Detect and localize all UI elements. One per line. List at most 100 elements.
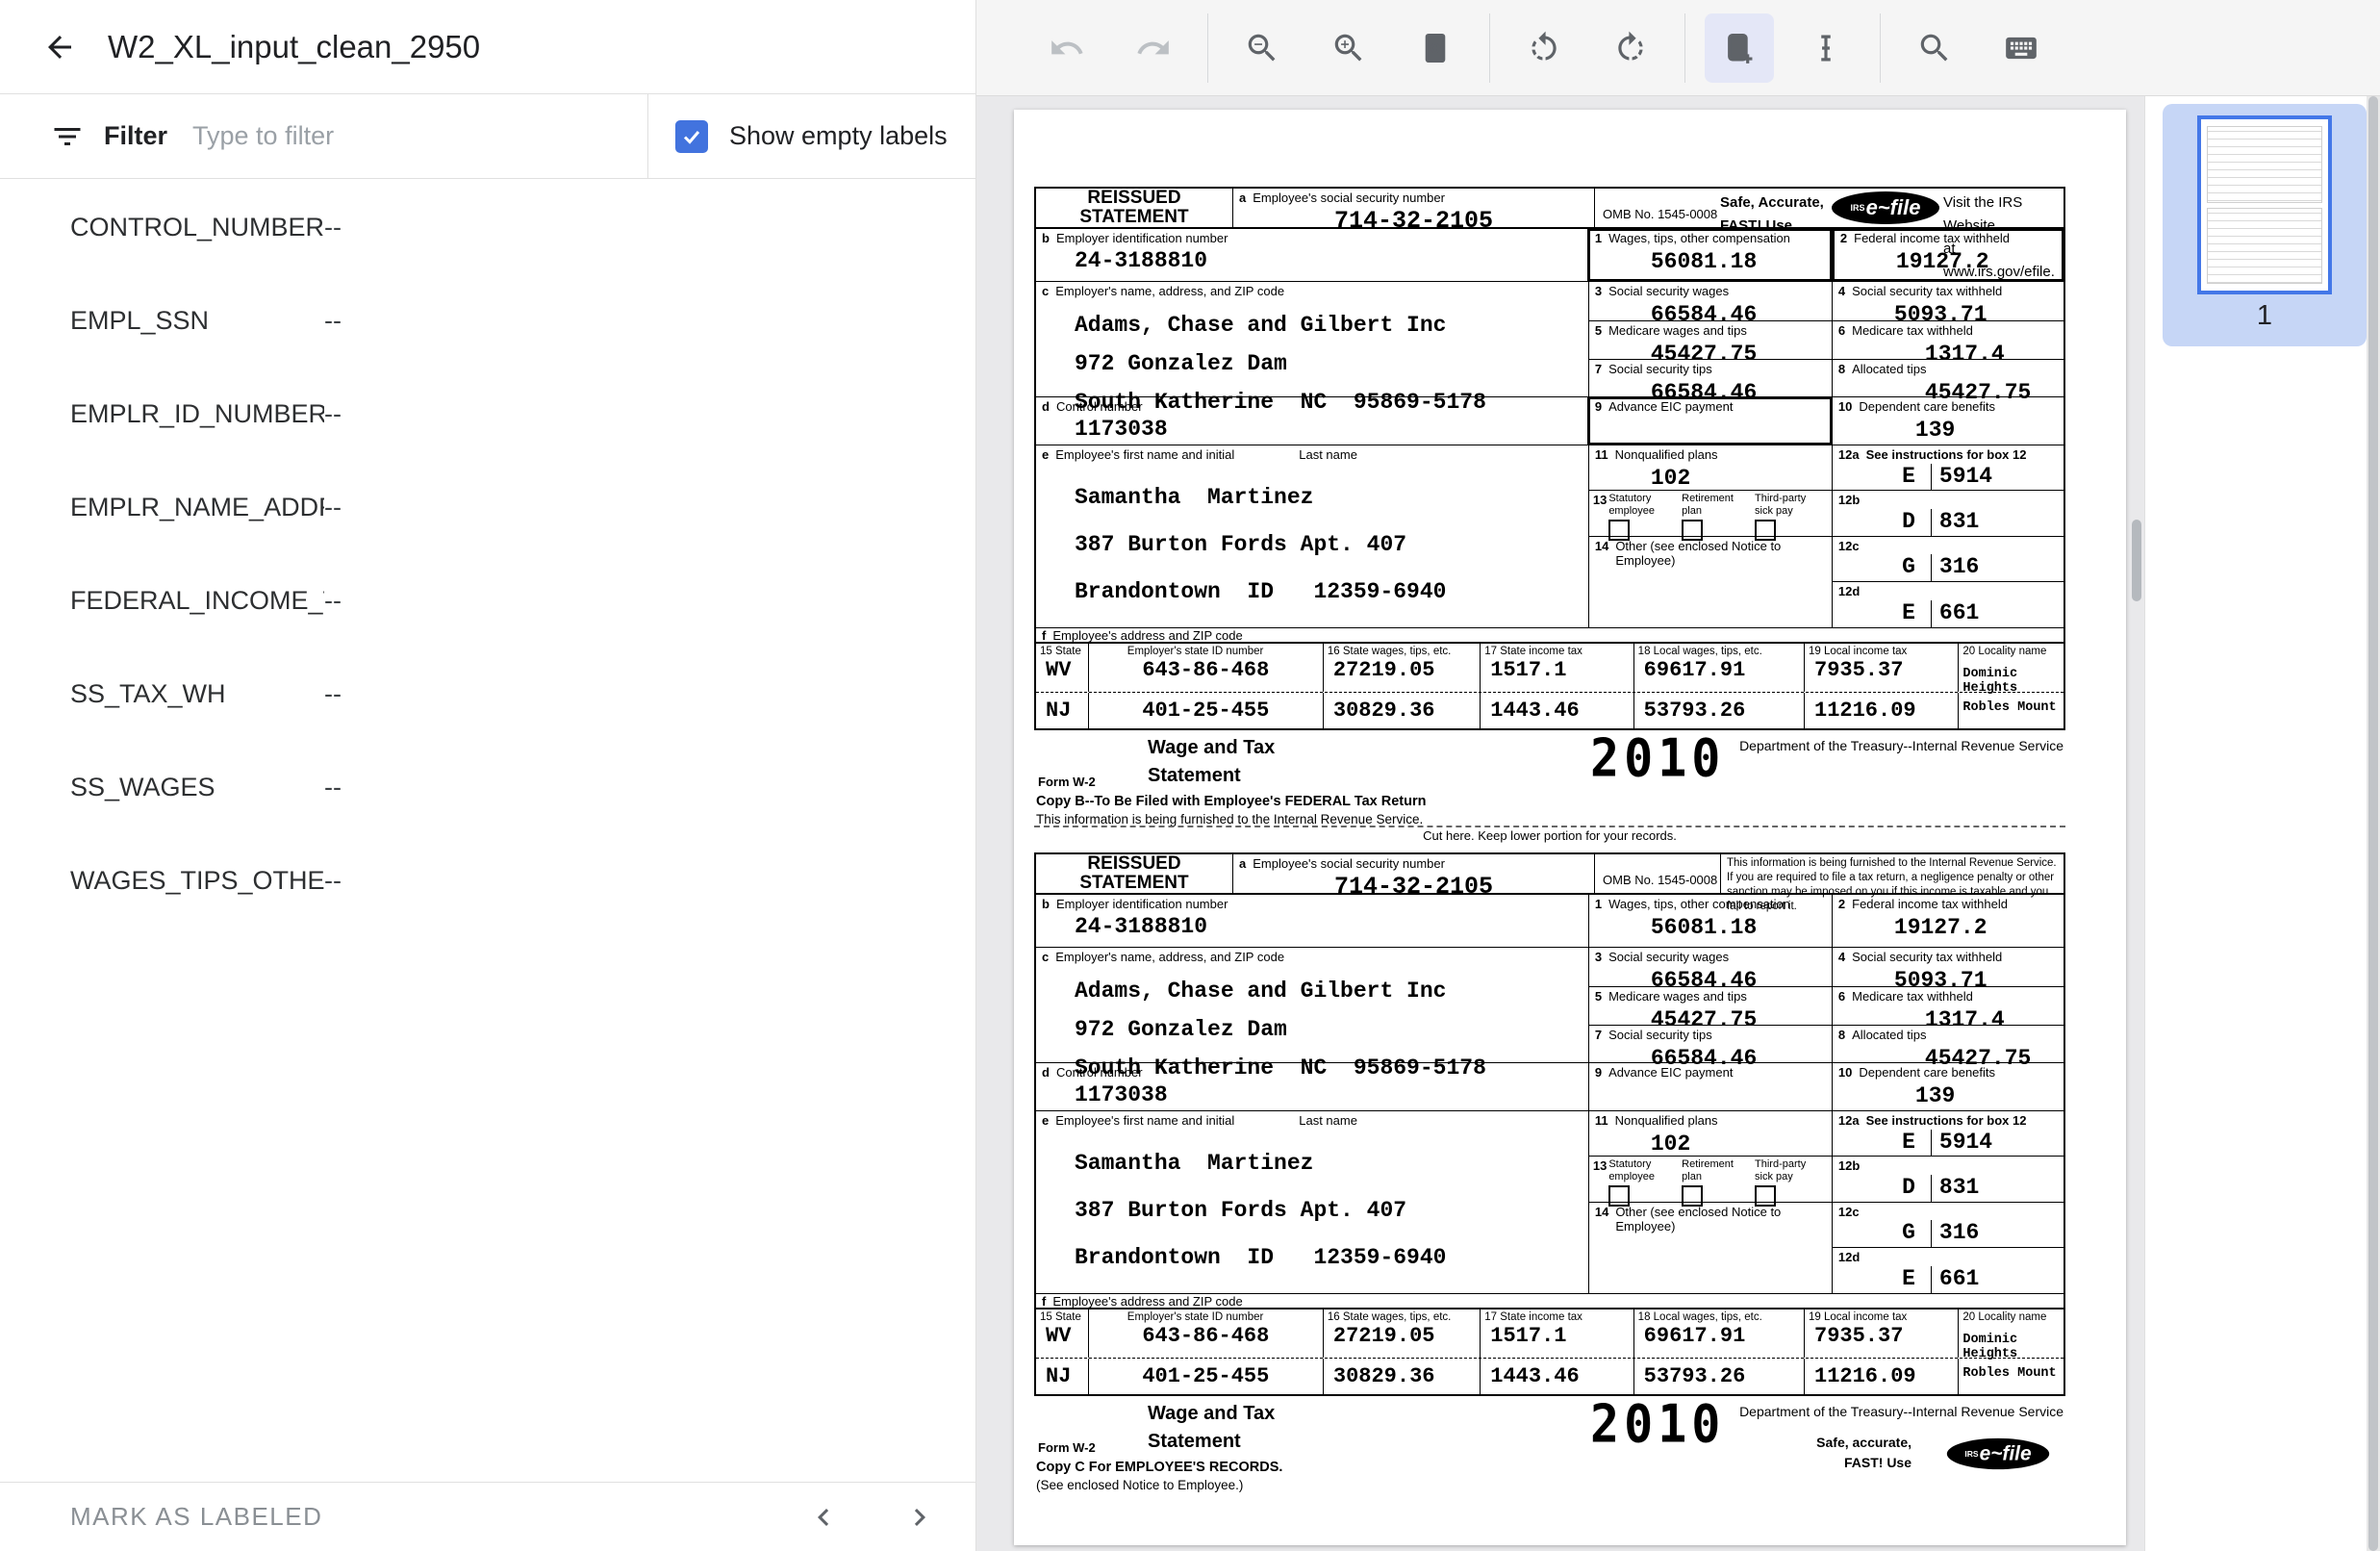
field-label: CONTROL_NUMBER: [0, 213, 324, 242]
fit-to-width-icon[interactable]: [1401, 13, 1470, 83]
field-item-control-number[interactable]: CONTROL_NUMBER --: [0, 181, 975, 274]
w2-footer-copy-b: Form W-2 Wage and TaxStatement 2010 Depa…: [1034, 730, 2065, 815]
w2-form-copy-b: REISSUEDSTATEMENT aEmployee's social sec…: [1034, 187, 2065, 815]
search-icon[interactable]: [1900, 13, 1969, 83]
box-2: 2Federal income tax withheld 19127.2: [1832, 229, 2064, 281]
field-item-empl-ssn[interactable]: EMPL_SSN --: [0, 274, 975, 368]
box-11: 11Nonqualified plans 102: [1589, 1111, 1832, 1156]
toolbar-group-rotate: [1489, 13, 1684, 83]
filter-bar: Filter Show empty labels: [0, 94, 975, 179]
viewer-row: REISSUEDSTATEMENT aEmployee's social sec…: [976, 96, 2380, 1551]
box-12d: 12d E661: [1833, 581, 2064, 627]
zoom-in-icon[interactable]: [1314, 13, 1383, 83]
box-1: 1Wages, tips, other compensation 56081.1…: [1588, 895, 1832, 947]
tax-year: 2010: [1590, 1394, 1725, 1455]
select-text-icon[interactable]: [1791, 13, 1861, 83]
header-right: OMB No. 1545-0008 This information is be…: [1594, 854, 2064, 893]
back-button[interactable]: [38, 26, 81, 68]
state-row-2: NJ 401-25-455 30829.36 1443.46 53793.26 …: [1036, 692, 2064, 728]
box-3: 3Social security wages 66584.46: [1589, 282, 1832, 320]
box-10: 10Dependent care benefits 139: [1832, 1063, 2064, 1110]
page-thumbnail[interactable]: 1: [2163, 104, 2367, 346]
add-bounding-box-icon[interactable]: [1705, 13, 1774, 83]
toolbar-group-annotate: [1684, 13, 1880, 83]
field-item-emplr-id-number[interactable]: EMPLR_ID_NUMBER --: [0, 368, 975, 461]
mark-as-labeled-button[interactable]: MARK AS LABELED: [70, 1502, 322, 1532]
show-empty-labels-checkbox[interactable]: [675, 120, 708, 153]
chevron-left-icon[interactable]: [806, 1500, 841, 1535]
right-panel: REISSUEDSTATEMENT aEmployee's social sec…: [976, 0, 2380, 1551]
toolbar-group-search: [1880, 13, 2075, 83]
document-scrollbar[interactable]: [2132, 520, 2141, 601]
app-window: W2_XL_input_clean_2950 Filter Show empty…: [0, 0, 2380, 1551]
header-right: OMB No. 1545-0008 Safe, Accurate, FAST! …: [1594, 189, 2064, 227]
box-12c: 12c G316: [1833, 536, 2064, 582]
rotate-right-icon[interactable]: [1596, 13, 1665, 83]
field-value: --: [324, 306, 342, 336]
page-number: 1: [2257, 300, 2272, 332]
field-item-ss-wages[interactable]: SS_WAGES --: [0, 741, 975, 834]
box-2: 2Federal income tax withheld 19127.2: [1832, 895, 2064, 947]
thumbnail-panel: 1: [2144, 96, 2380, 1551]
box-12a: 12aSee instructions for box 12 E5914: [1833, 1111, 2064, 1156]
box-13: 13 Statutory employee Retirement plan Th…: [1589, 1156, 1832, 1202]
filter-label: Filter: [104, 121, 167, 151]
document-title: W2_XL_input_clean_2950: [108, 29, 480, 65]
box-3: 3Social security wages 66584.46: [1589, 948, 1832, 986]
box-14: 14Other (see enclosed Notice to Employee…: [1589, 536, 1832, 627]
zoom-out-icon[interactable]: [1228, 13, 1297, 83]
box-b-ein: bEmployer identification number 24-31888…: [1036, 229, 1588, 281]
field-value: --: [324, 493, 342, 522]
chevron-right-icon[interactable]: [902, 1500, 937, 1535]
field-item-wages-tips-other[interactable]: WAGES_TIPS_OTHER_CO... --: [0, 834, 975, 928]
box-14: 14Other (see enclosed Notice to Employee…: [1589, 1202, 1832, 1293]
box-6: 6Medicare tax withheld 1317.4: [1833, 986, 2064, 1025]
box-8: 8Allocated tips 45427.75: [1833, 359, 2064, 397]
thumbnail-preview: [2197, 115, 2332, 294]
undo-icon[interactable]: [1032, 13, 1101, 83]
document-viewer[interactable]: REISSUEDSTATEMENT aEmployee's social sec…: [976, 96, 2144, 1551]
box-7: 7Social security tips 66584.46: [1589, 1025, 1832, 1063]
box-d-control-number: dControl number 1173038: [1036, 1063, 1588, 1110]
field-item-federal-income-tax[interactable]: FEDERAL_INCOME_TAX_... --: [0, 554, 975, 648]
document-toolbar: [976, 0, 2380, 96]
field-value: --: [324, 679, 342, 709]
arrow-left-icon: [42, 30, 77, 64]
document-page[interactable]: REISSUEDSTATEMENT aEmployee's social sec…: [1014, 110, 2126, 1545]
toolbar-group-history: [1013, 13, 1207, 83]
box-f-label: fEmployee's address and ZIP code: [1036, 627, 2064, 642]
box-12b: 12b D831: [1833, 490, 2064, 536]
state-row-1: 15 StateWV Employer's state ID number643…: [1036, 642, 2064, 692]
box-9: 9Advance EIC payment: [1588, 397, 1832, 445]
page-navigation: [806, 1500, 937, 1535]
field-label: EMPL_SSN: [0, 306, 324, 336]
box-12d: 12d E661: [1833, 1247, 2064, 1293]
field-list: CONTROL_NUMBER -- EMPL_SSN -- EMPLR_ID_N…: [0, 179, 975, 1482]
redo-icon[interactable]: [1119, 13, 1188, 83]
field-item-emplr-name-address[interactable]: EMPLR_NAME_ADDRESS --: [0, 461, 975, 554]
filter-input[interactable]: [192, 121, 558, 151]
tax-year: 2010: [1590, 728, 1725, 789]
box-a-ssn: aEmployee's social security number 714-3…: [1232, 854, 1594, 893]
box-5: 5Medicare wages and tips 45427.75: [1589, 986, 1832, 1025]
w2-footer-copy-c: Form W-2 Wage and TaxStatement 2010 Depa…: [1034, 1396, 2065, 1481]
reissued-statement: REISSUEDSTATEMENT: [1036, 854, 1232, 893]
box-e-employee: eEmployee's first name and initialLast n…: [1036, 445, 1588, 627]
field-value: --: [324, 586, 342, 616]
field-label: WAGES_TIPS_OTHER_CO...: [0, 866, 324, 896]
box-a-ssn: aEmployee's social security number 714-3…: [1232, 189, 1594, 227]
box-9: 9Advance EIC payment: [1588, 1063, 1832, 1110]
reissued-statement: REISSUEDSTATEMENT: [1036, 189, 1232, 227]
field-label: SS_WAGES: [0, 773, 324, 802]
keyboard-icon[interactable]: [1987, 13, 2056, 83]
box-11: 11Nonqualified plans 102: [1589, 445, 1832, 490]
box-f-label: fEmployee's address and ZIP code: [1036, 1293, 2064, 1308]
field-item-ss-tax-wh[interactable]: SS_TAX_WH --: [0, 648, 975, 741]
field-label: EMPLR_ID_NUMBER: [0, 399, 324, 429]
field-value: --: [324, 773, 342, 802]
rotate-left-icon[interactable]: [1509, 13, 1579, 83]
box-d-control-number: dControl number 1173038: [1036, 397, 1588, 445]
box-1: 1Wages, tips, other compensation 56081.1…: [1588, 229, 1832, 281]
field-value: --: [324, 866, 342, 896]
panel-scrollbar[interactable]: [2367, 96, 2380, 1551]
